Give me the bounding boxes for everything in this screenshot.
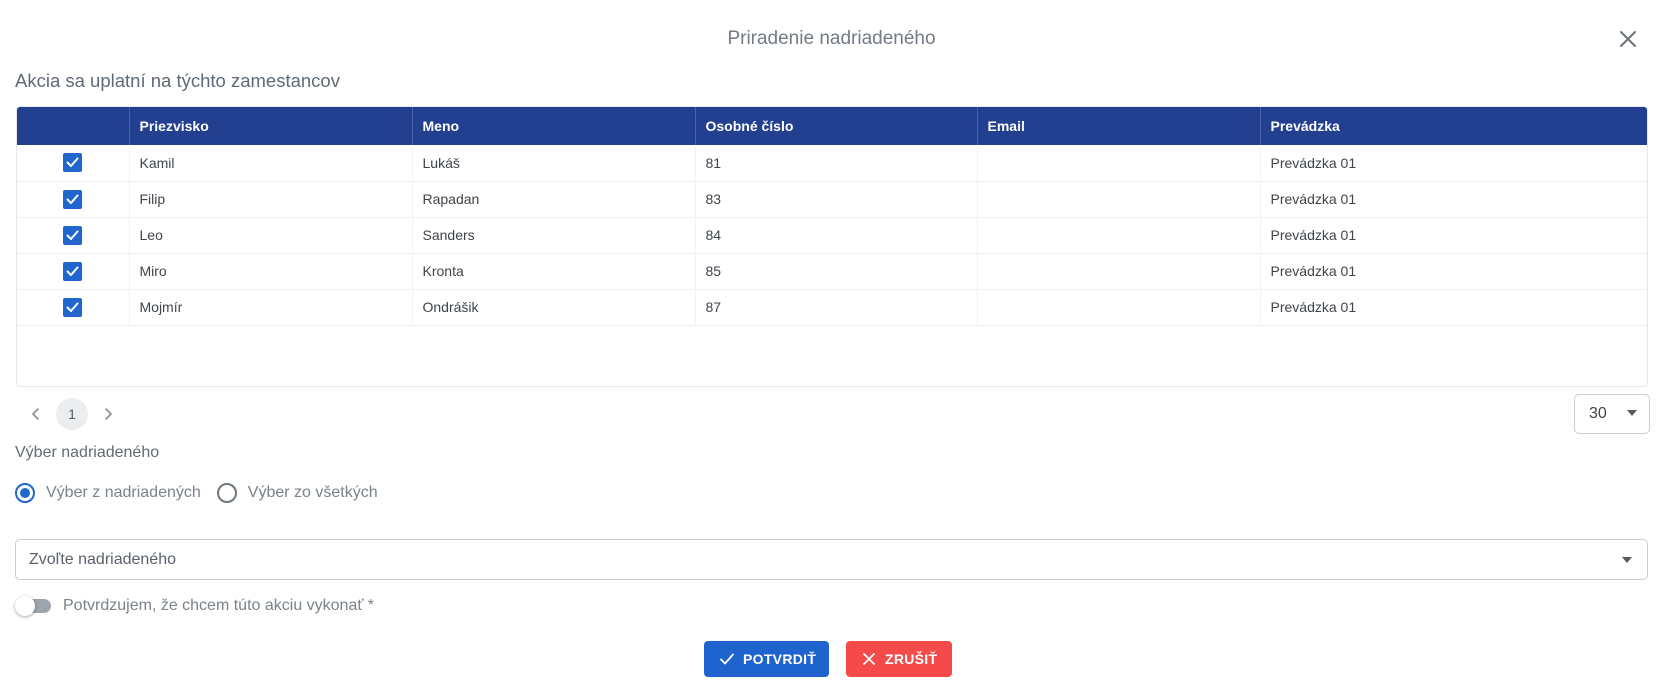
table-row: Mojmír Ondrášik 87 Prevádzka 01 [17, 289, 1647, 325]
check-icon [66, 194, 79, 204]
page-size-value: 30 [1589, 405, 1607, 422]
cell-prevadzka: Prevádzka 01 [1270, 227, 1357, 243]
table-row: Kamil Lukáš 81 Prevádzka 01 [17, 145, 1647, 181]
cell-priezvisko: Filip [129, 181, 413, 217]
confirm-button-label: POTVRDIŤ [743, 651, 817, 667]
caret-down-icon [1622, 557, 1632, 563]
cell-email [977, 289, 1261, 325]
row-checkbox[interactable] [63, 297, 83, 317]
page-number[interactable]: 1 [56, 398, 88, 430]
cell-email [977, 253, 1261, 289]
page-size-select[interactable]: 30 [1574, 394, 1650, 434]
cancel-button-label: ZRUŠIŤ [885, 651, 938, 667]
supervisor-section-label: Výber nadriadeného [15, 444, 160, 461]
confirm-toggle-label: Potvrdzujem, že chcem túto akciu vykonať… [63, 597, 375, 614]
table-header-row: Priezvisko Meno Osobné číslo Email Prevá… [17, 107, 1647, 145]
cell-priezvisko: Miro [129, 253, 413, 289]
table-row: Filip Rapadan 83 Prevádzka 01 [17, 181, 1647, 217]
chevron-right-icon[interactable] [94, 400, 122, 428]
toggle-thumb [15, 596, 35, 616]
cell-prevadzka: Prevádzka 01 [1270, 299, 1357, 315]
row-checkbox[interactable] [63, 261, 83, 281]
column-header-osobne-cislo[interactable]: Osobné číslo [695, 107, 978, 145]
row-checkbox[interactable] [63, 189, 83, 209]
cell-prevadzka: Prevádzka 01 [1270, 263, 1357, 279]
pagination: 1 [22, 398, 122, 430]
radio-unselected-icon [216, 483, 237, 503]
check-icon [66, 230, 79, 240]
check-icon [66, 302, 79, 312]
radio-selected-icon [15, 483, 35, 503]
radio-label: Výber z nadriadených [46, 484, 201, 501]
radio-from-all[interactable]: Výber zo všetkých [216, 483, 378, 503]
dialog-title: Priradenie nadriadeného [727, 28, 936, 49]
cell-osobne-cislo: 84 [695, 217, 978, 253]
close-icon[interactable] [1617, 28, 1639, 50]
cell-meno: Kronta [412, 253, 696, 289]
cell-priezvisko: Leo [129, 217, 413, 253]
column-header-meno[interactable]: Meno [412, 107, 696, 145]
cell-email [977, 217, 1261, 253]
row-checkbox[interactable] [63, 153, 83, 173]
x-icon [863, 653, 875, 665]
check-icon [720, 653, 734, 665]
cell-priezvisko: Mojmír [129, 289, 413, 325]
table-row: Miro Kronta 85 Prevádzka 01 [17, 253, 1647, 289]
employees-table: Priezvisko Meno Osobné číslo Email Prevá… [16, 106, 1648, 387]
check-icon [66, 266, 79, 276]
cell-osobne-cislo: 87 [695, 289, 978, 325]
column-header-prevadzka[interactable]: Prevádzka [1260, 107, 1647, 145]
supervisor-select[interactable]: Zvoľte nadriadeného [15, 539, 1648, 580]
column-header-priezvisko[interactable]: Priezvisko [129, 107, 413, 145]
column-header-select [17, 107, 130, 145]
radio-from-supervisors[interactable]: Výber z nadriadených [15, 483, 201, 503]
radio-label: Výber zo všetkých [247, 484, 378, 501]
cell-osobne-cislo: 85 [695, 253, 978, 289]
table-row: Leo Sanders 84 Prevádzka 01 [17, 217, 1647, 253]
cell-prevadzka: Prevádzka 01 [1270, 191, 1357, 207]
row-checkbox[interactable] [63, 225, 83, 245]
assign-supervisor-dialog: Priradenie nadriadeného Akcia sa uplatní… [0, 0, 1663, 694]
chevron-left-icon[interactable] [22, 400, 50, 428]
caret-down-icon [1627, 410, 1637, 416]
cell-email [977, 181, 1261, 217]
cell-email [977, 145, 1261, 181]
cell-prevadzka: Prevádzka 01 [1270, 154, 1357, 171]
cell-priezvisko: Kamil [129, 145, 413, 181]
cell-meno: Sanders [412, 217, 696, 253]
cell-osobne-cislo: 81 [695, 145, 978, 181]
check-icon [66, 157, 79, 168]
confirm-toggle[interactable] [15, 596, 51, 616]
dialog-subtitle: Akcia sa uplatní na týchto zamestancov [15, 70, 340, 91]
cell-osobne-cislo: 83 [695, 181, 978, 217]
cancel-button[interactable]: ZRUŠIŤ [846, 641, 952, 677]
confirm-toggle-row: Potvrdzujem, že chcem túto akciu vykonať… [15, 596, 374, 616]
confirm-button[interactable]: POTVRDIŤ [704, 641, 829, 677]
cell-meno: Ondrášik [412, 289, 696, 325]
cell-meno: Lukáš [412, 145, 696, 181]
column-header-email[interactable]: Email [977, 107, 1261, 145]
supervisor-source-radio-group: Výber z nadriadených Výber zo všetkých [15, 483, 394, 503]
supervisor-select-placeholder: Zvoľte nadriadeného [29, 550, 176, 568]
cell-meno: Rapadan [412, 181, 696, 217]
